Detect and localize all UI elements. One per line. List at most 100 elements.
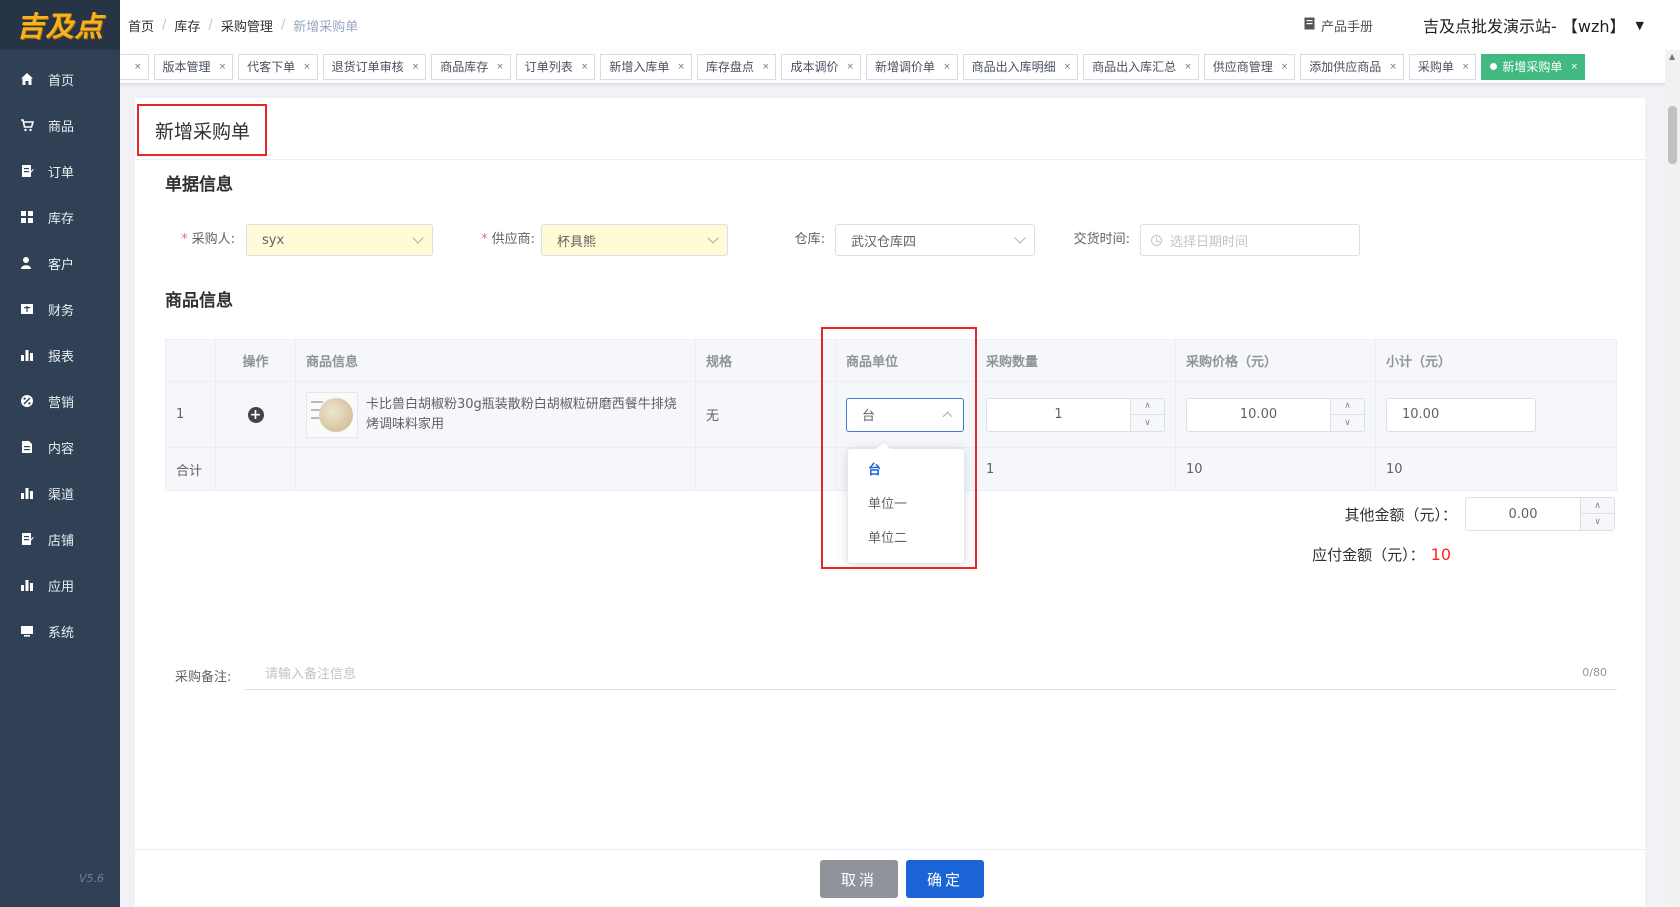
tab-inout-summary[interactable]: 商品出入库汇总 ×	[1083, 53, 1199, 80]
sidebar-item-orders[interactable]: 订单	[0, 148, 120, 194]
tab-goods-stock[interactable]: 商品库存 ×	[431, 53, 511, 80]
close-icon[interactable]: ×	[1064, 62, 1072, 72]
close-icon[interactable]: ×	[1570, 62, 1578, 72]
tab-proxy-order[interactable]: 代客下单 ×	[238, 53, 318, 80]
breadcrumb-home[interactable]: 首页	[128, 16, 154, 35]
confirm-button[interactable]: 确定	[906, 860, 984, 898]
logo[interactable]: 吉及点	[0, 0, 120, 50]
increment-icon[interactable]: ∧	[1331, 399, 1364, 415]
other-amount-stepper[interactable]: 0.00 ∧ ∨	[1465, 497, 1615, 531]
sidebar: 吉及点 首页 商品 订单 库存 客户 财务 报表 营销 内容 渠道 店铺 应用 …	[0, 0, 120, 907]
sidebar-item-home[interactable]: 首页	[0, 56, 120, 102]
sidebar-item-marketing[interactable]: 营销	[0, 378, 120, 424]
close-icon[interactable]: ×	[412, 62, 420, 72]
bar-chart-icon	[20, 578, 34, 592]
close-icon[interactable]: ×	[1389, 62, 1397, 72]
delivery-placeholder: 选择日期时间	[1170, 234, 1249, 250]
remark-input[interactable]: 请输入备注信息 0/80	[245, 656, 1617, 690]
sidebar-item-shops[interactable]: 店铺	[0, 516, 120, 562]
purchaser-label: * 采购人:	[181, 232, 235, 247]
product-name: 卡比兽白胡椒粉30g瓶装散粉白胡椒粒研磨西餐牛排烧烤调味料家用	[366, 396, 677, 432]
breadcrumb-separator: /	[162, 17, 167, 33]
sidebar-item-inventory[interactable]: 库存	[0, 194, 120, 240]
close-icon[interactable]: ×	[1281, 62, 1289, 72]
sidebar-item-system[interactable]: 系统	[0, 608, 120, 654]
decrement-icon[interactable]: ∨	[1331, 415, 1364, 431]
header-product-info: 商品信息	[296, 340, 696, 381]
close-icon[interactable]: ×	[219, 62, 227, 72]
bar-chart-icon	[20, 486, 34, 500]
warehouse-select[interactable]: 武汉仓库四	[835, 224, 1035, 256]
page-scrollbar[interactable]: ▲	[1665, 50, 1680, 907]
sidebar-item-reports[interactable]: 报表	[0, 332, 120, 378]
grid-icon	[20, 210, 34, 224]
quantity-stepper[interactable]: 1 ∧ ∨	[986, 397, 1165, 432]
tab-new-purchase-order[interactable]: 新增采购单 ×	[1481, 53, 1585, 80]
tab-stocktake[interactable]: 库存盘点 ×	[696, 53, 777, 80]
close-icon[interactable]: ×	[943, 62, 951, 72]
breadcrumb-inventory[interactable]: 库存	[174, 16, 200, 35]
close-icon[interactable]: ×	[303, 62, 311, 72]
price-stepper[interactable]: 10.00 ∧ ∨	[1186, 397, 1365, 432]
row-price: 10.00 ∧ ∨	[1176, 382, 1376, 447]
decrement-icon[interactable]: ∨	[1131, 415, 1164, 431]
sidebar-item-channels[interactable]: 渠道	[0, 470, 120, 516]
row-product-info: 卡比兽白胡椒粉30g瓶装散粉白胡椒粒研磨西餐牛排烧烤调味料家用	[296, 382, 696, 447]
close-icon[interactable]: ×	[1462, 62, 1470, 72]
tab-version-management[interactable]: 版本管理 ×	[153, 53, 234, 80]
sidebar-item-label: 营销	[48, 395, 75, 411]
payable-amount-row: 应付金额（元）： 10	[1312, 544, 1451, 565]
close-icon[interactable]: ×	[1184, 62, 1192, 72]
user-menu[interactable]: 吉及点批发演示站- 【wzh】 ▼	[1423, 13, 1644, 37]
manual-label: 产品手册	[1321, 19, 1374, 35]
header-quantity: 采购数量	[976, 340, 1176, 381]
increment-icon[interactable]: ∧	[1131, 399, 1164, 415]
delivery-time-picker[interactable]: 选择日期时间	[1140, 224, 1360, 256]
sidebar-item-label: 系统	[48, 625, 75, 641]
add-row-icon[interactable]: +	[247, 406, 264, 423]
tab-inout-detail[interactable]: 商品出入库明细 ×	[962, 53, 1079, 80]
subtotal-input[interactable]: 10.00	[1386, 397, 1536, 432]
sidebar-item-content[interactable]: 内容	[0, 424, 120, 470]
tab-new-adjust[interactable]: 新增调价单 ×	[866, 53, 958, 80]
close-icon[interactable]: ×	[762, 62, 770, 72]
decrement-icon[interactable]: ∨	[1581, 514, 1614, 530]
scroll-up-icon[interactable]: ▲	[1669, 52, 1675, 61]
breadcrumb-purchase-management[interactable]: 采购管理	[221, 16, 273, 35]
tab-purchase-orders[interactable]: 采购单 ×	[1408, 53, 1477, 80]
tab-cost-adjust[interactable]: 成本调价 ×	[781, 53, 862, 80]
sidebar-item-apps[interactable]: 应用	[0, 562, 120, 608]
tab-supplier-management[interactable]: 供应商管理 ×	[1203, 53, 1296, 80]
purchaser-select[interactable]: syx	[246, 224, 433, 256]
close-icon[interactable]: ×	[581, 62, 589, 72]
close-icon[interactable]: ×	[847, 62, 855, 72]
tab-order-list[interactable]: 订单列表 ×	[515, 53, 596, 80]
tab-new-inbound[interactable]: 新增入库单 ×	[600, 53, 692, 80]
header-index	[166, 340, 216, 381]
sidebar-item-customers[interactable]: 客户	[0, 240, 120, 286]
close-icon[interactable]: ×	[677, 62, 685, 72]
sidebar-item-goods[interactable]: 商品	[0, 102, 120, 148]
total-empty	[696, 448, 836, 490]
header-spec: 规格	[696, 340, 836, 381]
sidebar-menu: 首页 商品 订单 库存 客户 财务 报表 营销 内容 渠道 店铺 应用 系统	[0, 56, 120, 654]
product-manual-link[interactable]: 产品手册	[1304, 16, 1373, 35]
scrollbar-thumb[interactable]	[1668, 106, 1677, 164]
quantity-value: 1	[1054, 407, 1063, 422]
close-icon[interactable]: ×	[134, 62, 142, 72]
caret-down-icon: ▼	[1635, 18, 1644, 32]
tab-truncated[interactable]: ×	[120, 53, 149, 80]
close-icon[interactable]: ×	[496, 62, 504, 72]
tab-return-review[interactable]: 退货订单审核 ×	[322, 53, 427, 80]
chevron-down-icon	[707, 232, 719, 244]
tabs-bar: × 版本管理 × 代客下单 × 退货订单审核 × 商品库存 × 订单列表 × 新增入库单 ×…	[120, 50, 1665, 84]
increment-icon[interactable]: ∧	[1581, 498, 1614, 514]
cancel-button[interactable]: 取消	[820, 860, 898, 898]
sidebar-item-finance[interactable]: 财务	[0, 286, 120, 332]
sidebar-item-label: 客户	[48, 257, 75, 273]
supplier-select[interactable]: 杯具熊	[541, 224, 728, 256]
row-actions: +	[216, 382, 296, 447]
tab-add-supplier-goods[interactable]: 添加供应商品 ×	[1300, 53, 1404, 80]
sidebar-item-label: 内容	[48, 441, 75, 457]
delivery-time-label: 交货时间:	[1073, 232, 1130, 247]
